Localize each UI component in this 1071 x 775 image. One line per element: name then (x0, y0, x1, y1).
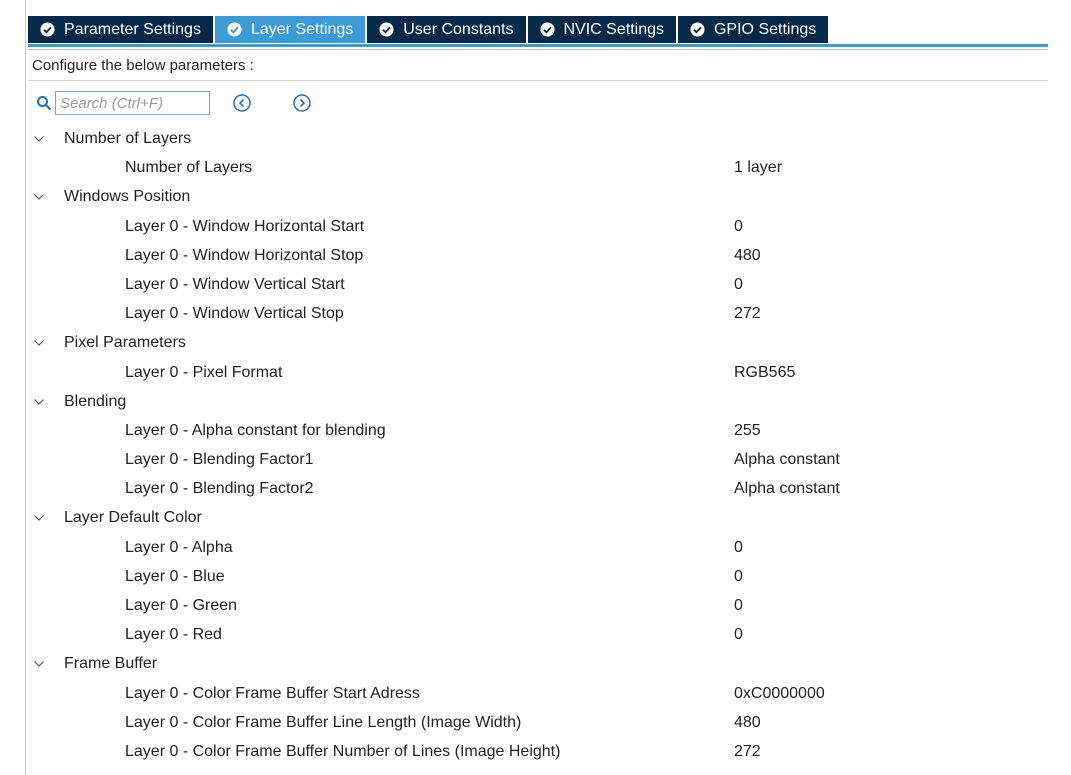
parameter-tree: Number of Layers Number of Layers 1 laye… (30, 124, 1050, 766)
param-value: 1 layer (734, 159, 783, 177)
param-value: 272 (734, 305, 761, 323)
group-blending[interactable]: Blending (30, 387, 1050, 416)
group-label: Layer Default Color (64, 509, 202, 527)
search-bar (36, 88, 312, 118)
param-value: 272 (734, 742, 761, 760)
param-value: 0 (734, 275, 743, 293)
chevron-down-icon (34, 398, 44, 405)
param-label: Layer 0 - Color Frame Buffer Line Length… (125, 713, 522, 731)
tab-label: Parameter Settings (64, 20, 201, 38)
group-pixel-parameters[interactable]: Pixel Parameters (30, 328, 1050, 357)
configure-label: Configure the below parameters : (32, 57, 254, 74)
param-value: 0xC0000000 (734, 684, 825, 702)
param-label: Layer 0 - Blue (125, 567, 225, 585)
param-value: 0 (734, 597, 743, 614)
chevron-down-icon (34, 515, 44, 522)
previous-match-icon[interactable] (232, 93, 252, 113)
check-circle-icon (539, 22, 555, 37)
param-row[interactable]: Layer 0 - Blending Factor2 Alpha constan… (30, 474, 1050, 503)
param-label: Layer 0 - Blending Factor2 (125, 480, 314, 498)
param-value: RGB565 (734, 363, 796, 381)
chevron-down-icon (34, 194, 44, 201)
tab-gpio-settings[interactable]: GPIO Settings (677, 16, 831, 43)
param-label: Layer 0 - Window Horizontal Start (125, 217, 365, 235)
tab-label: GPIO Settings (713, 20, 817, 38)
param-row[interactable]: Layer 0 - Color Frame Buffer Line Length… (30, 708, 1050, 737)
param-value: 480 (734, 246, 761, 264)
group-number-of-layers[interactable]: Number of Layers (30, 124, 1050, 153)
group-label: Frame Buffer (64, 655, 158, 673)
divider (28, 80, 1048, 81)
chevron-down-icon (34, 136, 44, 142)
param-label: Layer 0 - Green (125, 597, 238, 614)
tab-underline (28, 44, 1048, 47)
param-row[interactable]: Layer 0 - Alpha 0 (30, 533, 1050, 562)
param-row[interactable]: Layer 0 - Color Frame Buffer Start Adres… (30, 679, 1050, 708)
tab-parameter-settings[interactable]: Parameter Settings (28, 16, 215, 43)
group-label: Number of Layers (64, 130, 192, 147)
param-label: Layer 0 - Alpha constant for blending (125, 421, 386, 439)
tab-user-constants[interactable]: User Constants (367, 16, 528, 43)
param-value: 0 (734, 567, 743, 585)
chevron-down-icon (34, 661, 44, 668)
param-row[interactable]: Layer 0 - Color Frame Buffer Number of L… (30, 737, 1050, 766)
param-row[interactable]: Layer 0 - Red 0 (30, 620, 1050, 649)
param-label: Layer 0 - Red (125, 626, 222, 644)
param-row[interactable]: Layer 0 - Window Vertical Start 0 (30, 270, 1050, 299)
next-match-icon[interactable] (292, 93, 312, 113)
param-label: Number of Layers (125, 159, 253, 177)
group-label: Blending (64, 392, 127, 410)
param-label: Layer 0 - Alpha (125, 538, 233, 556)
tab-layer-settings[interactable]: Layer Settings (214, 16, 368, 43)
search-input[interactable] (55, 91, 210, 115)
chevron-down-icon (34, 340, 44, 347)
param-label: Layer 0 - Window Horizontal Stop (125, 246, 364, 264)
tab-label: User Constants (403, 20, 514, 38)
param-row[interactable]: Layer 0 - Window Horizontal Stop 480 (30, 241, 1050, 270)
search-icon (37, 96, 52, 111)
param-label: Layer 0 - Blending Factor1 (125, 451, 314, 469)
group-label: Windows Position (64, 188, 191, 206)
check-circle-icon (40, 22, 55, 37)
param-label: Layer 0 - Window Vertical Start (125, 275, 345, 293)
group-layer-default-color[interactable]: Layer Default Color (30, 503, 1050, 532)
param-label: Layer 0 - Window Vertical Stop (125, 305, 344, 323)
check-circle-icon (379, 22, 394, 37)
param-value: 0 (734, 538, 743, 556)
param-row[interactable]: Layer 0 - Pixel Format RGB565 (30, 358, 1050, 387)
left-border (25, 0, 26, 775)
param-value: 480 (734, 713, 761, 731)
param-row[interactable]: Layer 0 - Window Horizontal Start 0 (30, 212, 1050, 241)
param-label: Layer 0 - Pixel Format (125, 363, 283, 381)
param-label: Layer 0 - Color Frame Buffer Number of L… (125, 742, 561, 760)
param-value: 0 (734, 626, 743, 644)
check-circle-icon (690, 22, 705, 37)
param-row[interactable]: Number of Layers 1 layer (30, 153, 1050, 182)
tab-nvic-settings[interactable]: NVIC Settings (527, 16, 678, 43)
tab-label: NVIC Settings (563, 20, 664, 38)
group-windows-position[interactable]: Windows Position (30, 182, 1050, 211)
param-row[interactable]: Layer 0 - Alpha constant for blending 25… (30, 416, 1050, 445)
param-value: Alpha constant (734, 480, 840, 498)
param-row[interactable]: Layer 0 - Window Vertical Stop 272 (30, 299, 1050, 328)
check-circle-icon (227, 22, 242, 37)
group-frame-buffer[interactable]: Frame Buffer (30, 649, 1050, 678)
tab-bar: Parameter Settings Layer Settings User C… (28, 16, 831, 44)
tab-label: Layer Settings (250, 20, 354, 38)
divider (28, 49, 1048, 50)
group-label: Pixel Parameters (64, 334, 186, 352)
param-row[interactable]: Layer 0 - Blending Factor1 Alpha constan… (30, 445, 1050, 474)
param-value: 0 (734, 217, 743, 235)
param-label: Layer 0 - Color Frame Buffer Start Adres… (125, 684, 420, 702)
param-row[interactable]: Layer 0 - Blue 0 (30, 562, 1050, 591)
param-row[interactable]: Layer 0 - Green 0 (30, 591, 1050, 620)
param-value: 255 (734, 421, 761, 439)
param-value: Alpha constant (734, 451, 840, 469)
